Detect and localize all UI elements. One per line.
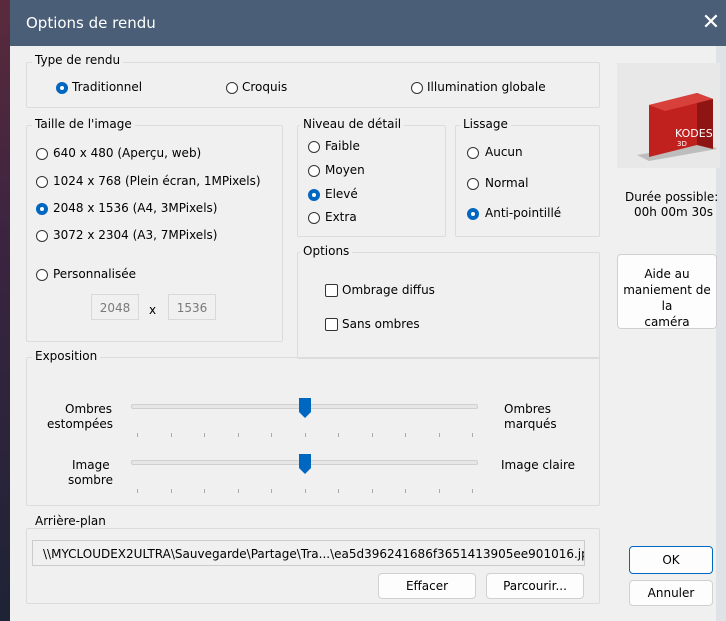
- radio-detail-eleve-label[interactable]: Elevé: [325, 187, 358, 201]
- radio-smoothing-aucun-indicator[interactable]: [467, 147, 479, 159]
- window-title: Options de rendu: [26, 14, 156, 32]
- slider-tick: [271, 433, 272, 437]
- slider-tick: [438, 433, 440, 437]
- size-separator: x: [149, 303, 157, 317]
- logo-text: KODES: [675, 127, 713, 140]
- radio-detail-faible-label[interactable]: Faible: [325, 139, 360, 153]
- image-size-title: Taille de l'image: [32, 117, 135, 131]
- slider-tick: [137, 433, 138, 437]
- custom-height-field[interactable]: 1536: [168, 294, 216, 320]
- duration-value: 00h 00m 30s: [634, 205, 713, 219]
- radio-illumination-label[interactable]: Illumination globale: [427, 80, 546, 94]
- slider-tick: [472, 489, 473, 493]
- camera-help-label-1: Aide au: [644, 267, 690, 281]
- radio-detail-extra-indicator[interactable]: [308, 212, 320, 224]
- radio-detail-eleve-indicator[interactable]: [308, 189, 320, 201]
- slider-tick: [371, 433, 373, 437]
- slider-shadow-right-label-2: marqués: [504, 417, 557, 431]
- radio-detail-moyen-label[interactable]: Moyen: [325, 163, 365, 177]
- custom-width-field[interactable]: 2048: [91, 294, 139, 320]
- slider-tick: [338, 489, 339, 493]
- checkbox-no-shadows-label[interactable]: Sans ombres: [342, 317, 420, 331]
- camera-help-button[interactable]: Aide au maniement de la caméra: [617, 254, 717, 329]
- radio-smoothing-aucun-label[interactable]: Aucun: [485, 145, 523, 159]
- slider-tick: [438, 489, 440, 493]
- slider-tick: [170, 433, 172, 437]
- clear-button[interactable]: Effacer: [378, 573, 476, 599]
- slider-shadow-thumb[interactable]: [298, 397, 312, 419]
- radio-size-1024-label[interactable]: 1024 x 768 (Plein écran, 1MPixels): [53, 174, 261, 188]
- slider-shadow-left-label-1: Ombres: [65, 402, 113, 416]
- logo-subtext: 3D: [677, 140, 687, 148]
- options-title: Options: [300, 244, 353, 258]
- close-icon[interactable]: ✕: [696, 8, 726, 38]
- radio-detail-moyen-indicator[interactable]: [308, 165, 320, 177]
- smoothing-title: Lissage: [460, 117, 511, 131]
- slider-tick: [472, 433, 473, 437]
- radio-smoothing-normal-indicator[interactable]: [467, 178, 479, 190]
- detail-level-title: Niveau de détail: [300, 117, 405, 131]
- slider-tick: [405, 433, 406, 437]
- radio-size-custom-indicator[interactable]: [36, 269, 48, 281]
- slider-shadow-left-label-2: estompées: [47, 417, 114, 431]
- radio-croquis-indicator[interactable]: [226, 82, 238, 94]
- radio-illumination-indicator[interactable]: [411, 82, 423, 94]
- slider-tick: [170, 489, 172, 493]
- radio-traditionnel-label[interactable]: Traditionnel: [72, 80, 142, 94]
- camera-help-label-3: caméra: [644, 315, 690, 329]
- radio-size-3072-label[interactable]: 3072 x 2304 (A3, 7MPixels): [53, 228, 217, 242]
- radio-size-3072-indicator[interactable]: [36, 230, 48, 242]
- ok-button[interactable]: OK: [629, 546, 713, 574]
- slider-shadow-right-label-1: Ombres: [504, 402, 552, 416]
- slider-tick: [204, 433, 205, 437]
- checkbox-diffuse-shading[interactable]: [325, 284, 338, 297]
- radio-smoothing-normal-label[interactable]: Normal: [485, 176, 528, 190]
- radio-detail-extra-label[interactable]: Extra: [325, 210, 357, 224]
- desktop-wallpaper-left: [0, 0, 10, 621]
- slider-tick: [338, 433, 339, 437]
- slider-image-right-label: Image claire: [501, 458, 576, 472]
- radio-detail-faible-indicator[interactable]: [308, 141, 320, 153]
- cancel-button[interactable]: Annuler: [629, 580, 713, 606]
- radio-smoothing-antipointille-label[interactable]: Anti-pointillé: [485, 206, 561, 220]
- background-title: Arrière-plan: [32, 514, 109, 528]
- slider-tick: [204, 489, 205, 493]
- slider-tick: [271, 489, 272, 493]
- slider-tick: [371, 489, 373, 493]
- radio-croquis-label[interactable]: Croquis: [242, 80, 287, 94]
- slider-image-thumb[interactable]: [298, 453, 312, 475]
- checkbox-diffuse-shading-label[interactable]: Ombrage diffus: [342, 283, 435, 297]
- camera-help-label-2: maniement de la: [623, 283, 711, 313]
- slider-tick: [137, 489, 138, 493]
- title-bar: Options de rendu ✕: [10, 0, 726, 46]
- radio-size-2048-indicator[interactable]: [36, 203, 48, 215]
- radio-size-2048-label[interactable]: 2048 x 1536 (A4, 3MPixels): [53, 201, 217, 215]
- slider-image-left-label-1: Image: [72, 458, 110, 472]
- slider-tick: [304, 489, 306, 493]
- radio-size-640-indicator[interactable]: [36, 148, 48, 160]
- checkbox-no-shadows[interactable]: [325, 318, 338, 331]
- exposure-title: Exposition: [32, 349, 101, 363]
- options-group: [297, 252, 600, 359]
- slider-tick: [237, 433, 239, 437]
- slider-image-left-label-2: sombre: [68, 473, 113, 487]
- radio-size-1024-indicator[interactable]: [36, 176, 48, 188]
- radio-size-640-label[interactable]: 640 x 480 (Aperçu, web): [53, 146, 201, 160]
- slider-tick: [405, 489, 406, 493]
- kodes-3d-logo: KODES 3D: [617, 63, 720, 168]
- duration-label: Durée possible:: [625, 190, 719, 204]
- radio-traditionnel-indicator[interactable]: [56, 82, 68, 94]
- browse-button[interactable]: Parcourir...: [486, 573, 584, 599]
- slider-tick: [237, 489, 239, 493]
- render-type-title: Type de rendu: [32, 53, 124, 67]
- background-path-field[interactable]: \\MYCLOUDEX2ULTRA\Sauvegarde\Partage\Tra…: [32, 540, 585, 566]
- radio-size-custom-label[interactable]: Personnalisée: [53, 267, 136, 281]
- radio-smoothing-antipointille-indicator[interactable]: [467, 208, 479, 220]
- slider-tick: [304, 433, 306, 437]
